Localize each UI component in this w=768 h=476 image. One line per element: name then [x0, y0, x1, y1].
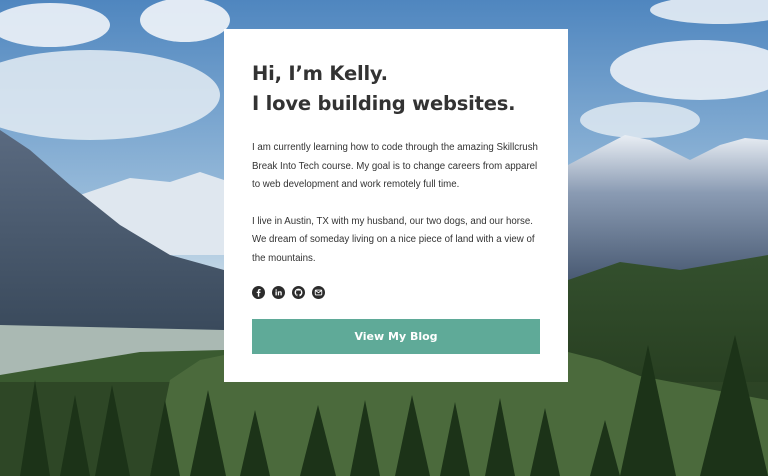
linkedin-icon[interactable] — [272, 285, 285, 299]
page: Hi, I’m Kelly. I love building websites.… — [0, 0, 768, 476]
headline-line1: Hi, I’m Kelly. — [252, 62, 388, 85]
intro-paragraph: I am currently learning how to code thro… — [252, 142, 538, 190]
headline: Hi, I’m Kelly. I love building websites. — [252, 59, 540, 119]
view-blog-button[interactable]: View My Blog — [252, 319, 540, 354]
intro-card: Hi, I’m Kelly. I love building websites.… — [224, 29, 568, 382]
facebook-icon[interactable] — [252, 285, 265, 299]
github-icon[interactable] — [292, 285, 305, 299]
headline-line2: I love building websites. — [252, 92, 516, 115]
social-links — [252, 285, 540, 299]
email-icon[interactable] — [312, 285, 325, 299]
about-paragraph: I live in Austin, TX with my husband, ou… — [252, 215, 535, 264]
